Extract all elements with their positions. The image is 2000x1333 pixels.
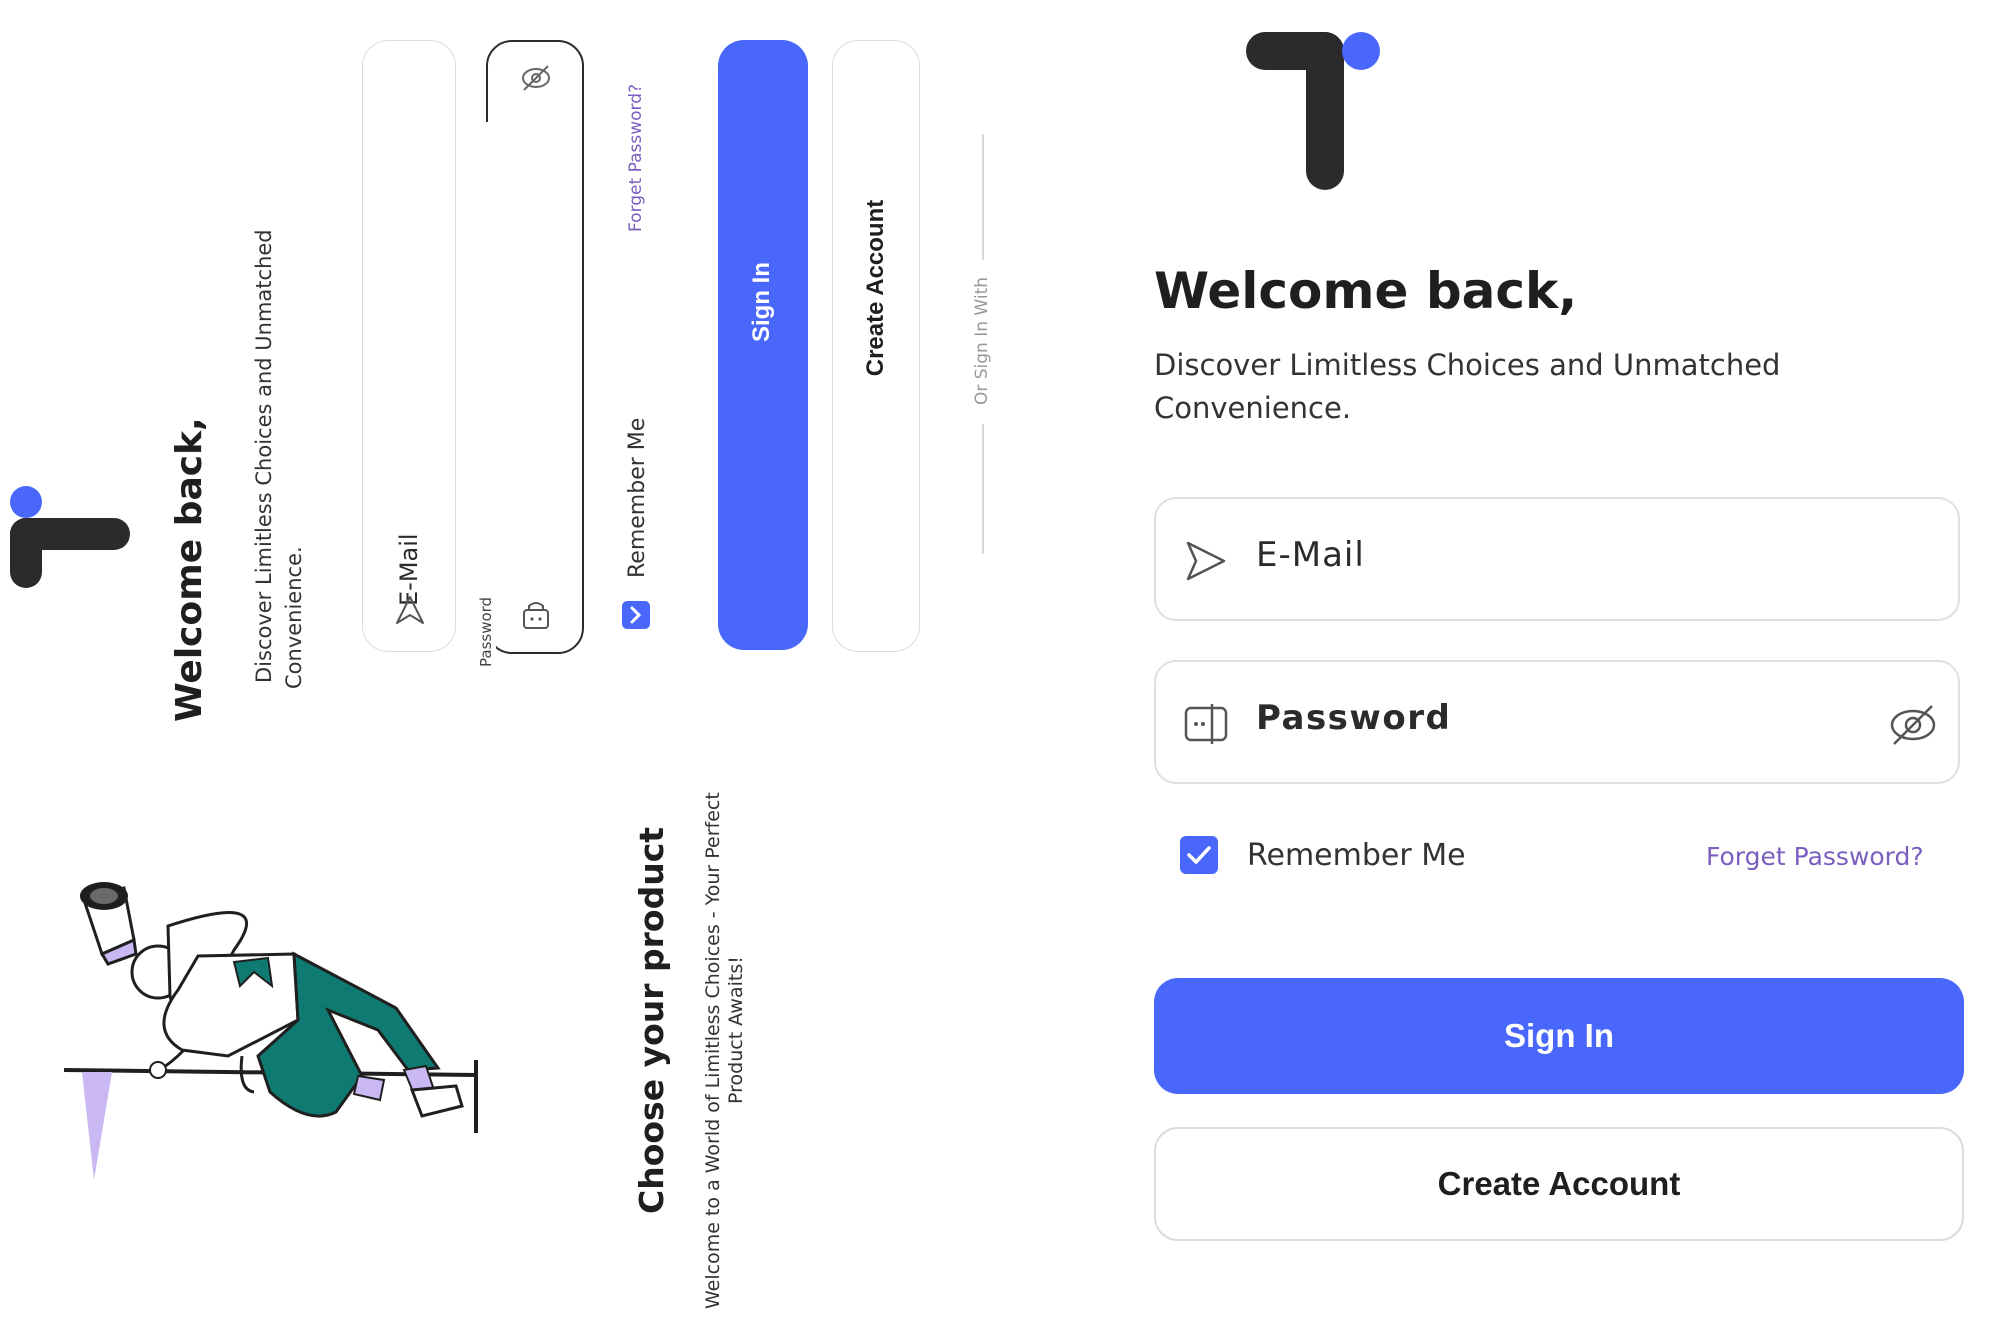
remember-label: Remember Me	[1247, 838, 1466, 873]
email-placeholder: E-Mail	[1256, 535, 1365, 575]
rotated-signin-label: Sign In	[748, 262, 775, 342]
rotated-password-field[interactable]: Password	[476, 40, 584, 667]
rotated-password-label: Password	[476, 567, 496, 667]
rotated-forgot-link[interactable]: Forget Password?	[624, 52, 648, 232]
password-field[interactable]: Password	[1154, 660, 1960, 784]
create-account-label: Create Account	[1437, 1165, 1681, 1202]
rotated-email-field[interactable]: E-Mail	[362, 40, 456, 652]
email-field[interactable]: E-Mail	[1154, 497, 1960, 621]
rotated-subtitle-line1: Discover Limitless Choices and Unmatched	[252, 229, 276, 683]
logo-bar-vertical	[1306, 32, 1344, 190]
create-account-button[interactable]: Create Account	[1154, 1127, 1964, 1241]
forgot-password-link[interactable]: Forget Password?	[1706, 840, 1924, 874]
rotated-divider-bottom	[982, 424, 984, 554]
rotated-subtitle-line2: Convenience.	[282, 546, 306, 689]
send-icon	[396, 596, 424, 624]
explorer-illustration	[63, 882, 478, 1180]
password-icon	[523, 602, 549, 629]
page-subtitle: Discover Limitless Choices and Unmatched…	[1154, 344, 1780, 430]
page-subtitle-line2: Convenience.	[1154, 391, 1352, 425]
sign-in-button[interactable]: Sign In	[1154, 978, 1964, 1094]
remember-checkbox[interactable]	[1180, 836, 1218, 874]
rotated-logo-dot	[10, 486, 42, 518]
rotated-create-account-button[interactable]: Create Account	[832, 40, 920, 652]
onboarding-line2: Product Awaits!	[725, 956, 747, 1104]
onboarding-title: Choose your product	[632, 826, 671, 1214]
rotated-title: Welcome back,	[169, 417, 210, 722]
rotated-password-floating-label	[486, 122, 488, 582]
rotated-email-label: E-Mail	[395, 533, 423, 606]
eye-off-icon[interactable]	[1888, 700, 1938, 750]
eye-off-icon[interactable]	[518, 60, 554, 96]
logo-dot	[1342, 32, 1380, 70]
rotated-signin-button[interactable]: Sign In	[718, 40, 808, 650]
page-title: Welcome back,	[1154, 262, 1578, 320]
rotated-divider-label: Or Sign In With	[972, 276, 992, 406]
send-icon	[1186, 541, 1226, 581]
check-icon	[630, 606, 642, 624]
rotated-logo	[0, 462, 134, 602]
page-subtitle-line1: Discover Limitless Choices and Unmatched	[1154, 348, 1781, 382]
rotated-remember-checkbox[interactable]	[622, 601, 650, 629]
password-placeholder: Password	[1256, 698, 1452, 738]
password-icon	[1184, 704, 1228, 744]
rotated-divider-top	[982, 134, 984, 260]
check-icon	[1187, 846, 1211, 864]
rotated-logo-bar-vertical	[10, 518, 42, 588]
rotated-remember-label: Remember Me	[625, 417, 650, 578]
app-logo	[1222, 8, 1402, 198]
rotated-create-label: Create Account	[862, 199, 889, 377]
sign-in-label: Sign In	[1504, 1017, 1614, 1054]
